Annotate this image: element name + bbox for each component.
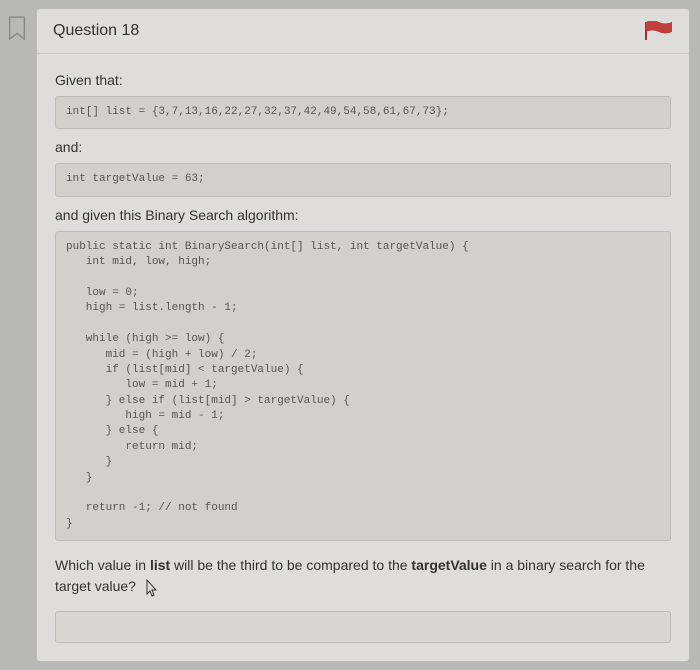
bookmark-icon — [6, 14, 28, 42]
given-that-label: Given that: — [55, 72, 671, 88]
q-bold2: targetValue — [411, 557, 486, 573]
answer-input[interactable] — [55, 611, 671, 643]
code-algorithm: public static int BinarySearch(int[] lis… — [55, 231, 671, 541]
question-prompt: Which value in list will be the third to… — [55, 555, 671, 597]
cursor-icon — [146, 579, 160, 597]
q-bold1: list — [150, 557, 170, 573]
question-card: Question 18 Given that: int[] list = {3,… — [36, 8, 690, 662]
question-title: Question 18 — [53, 22, 139, 40]
q-pre: Which value in — [55, 557, 150, 573]
flag-icon[interactable] — [645, 21, 673, 41]
code-list: int[] list = {3,7,13,16,22,27,32,37,42,4… — [55, 96, 671, 129]
code-target: int targetValue = 63; — [55, 163, 671, 196]
question-header: Question 18 — [37, 9, 689, 54]
question-body: Given that: int[] list = {3,7,13,16,22,2… — [37, 54, 689, 661]
and-label: and: — [55, 139, 671, 155]
q-mid: will be the third to be compared to the — [170, 557, 411, 573]
algo-label: and given this Binary Search algorithm: — [55, 207, 671, 223]
